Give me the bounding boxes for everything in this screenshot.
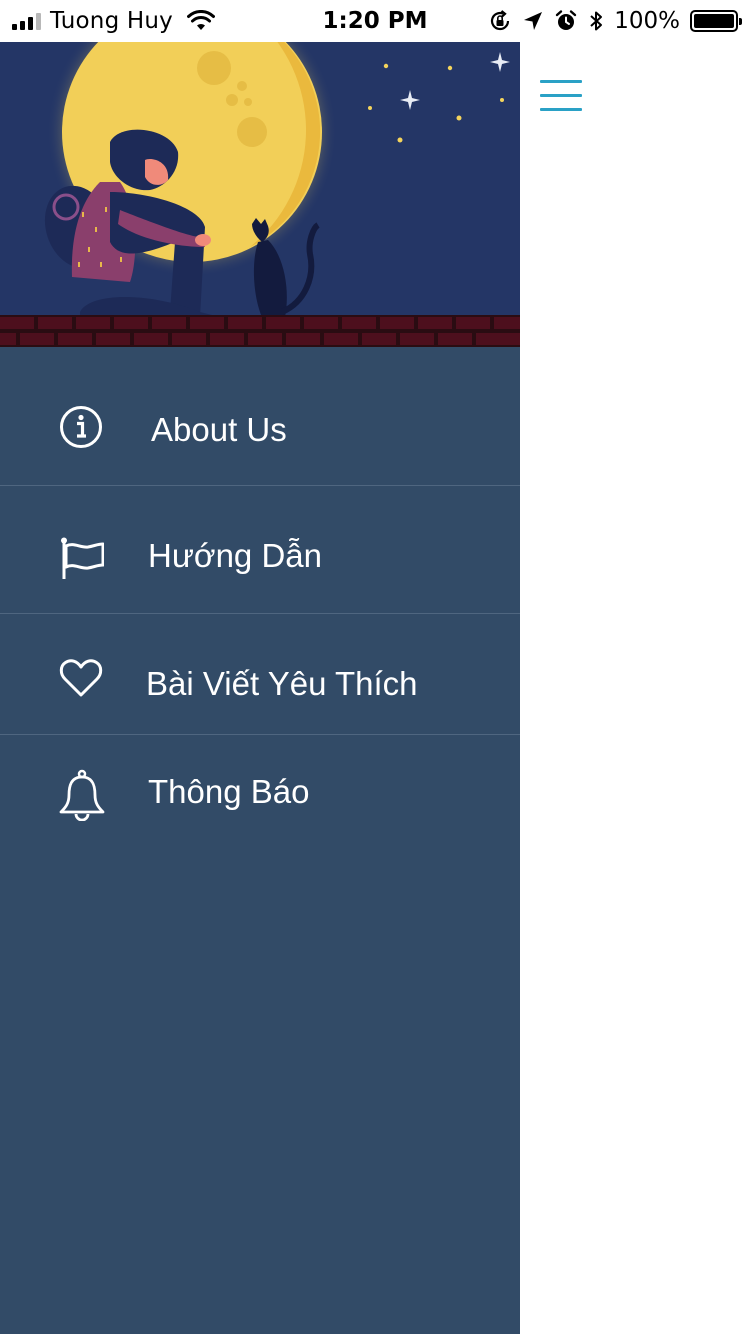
menu-item-bai-viet-yeu-thich[interactable]: Bài Viết Yêu Thích	[0, 614, 520, 734]
drawer-hero-image	[0, 42, 520, 347]
side-drawer: About Us Hướng Dẫn Bài Viết Yêu Thích Th…	[0, 42, 520, 1334]
menu-item-about-us[interactable]: About Us	[0, 347, 520, 485]
menu-item-thong-bao[interactable]: Thông Báo	[0, 735, 520, 845]
menu-item-huong-dan[interactable]: Hướng Dẫn	[0, 486, 520, 613]
bell-icon	[59, 769, 105, 821]
battery-fill	[694, 14, 734, 28]
location-arrow-icon	[524, 12, 543, 30]
rotation-lock-icon	[491, 10, 510, 31]
alarm-icon	[556, 10, 577, 30]
menu-label-about-us: About Us	[151, 411, 287, 448]
battery-percent: 100%	[614, 8, 680, 34]
bluetooth-icon	[590, 11, 603, 31]
info-icon	[60, 406, 102, 448]
menu-label-bai-viet-yeu-thich: Bài Viết Yêu Thích	[146, 665, 418, 702]
flag-icon	[61, 537, 104, 579]
status-bar: Tuong Huy 1:20 PM 100%	[0, 0, 750, 42]
battery-icon	[690, 10, 742, 32]
hamburger-menu-icon[interactable]	[540, 80, 582, 112]
heart-icon	[59, 659, 103, 697]
status-right: 100%	[488, 6, 742, 36]
menu-label-thong-bao: Thông Báo	[148, 773, 310, 810]
menu-label-huong-dan: Hướng Dẫn	[148, 537, 322, 574]
